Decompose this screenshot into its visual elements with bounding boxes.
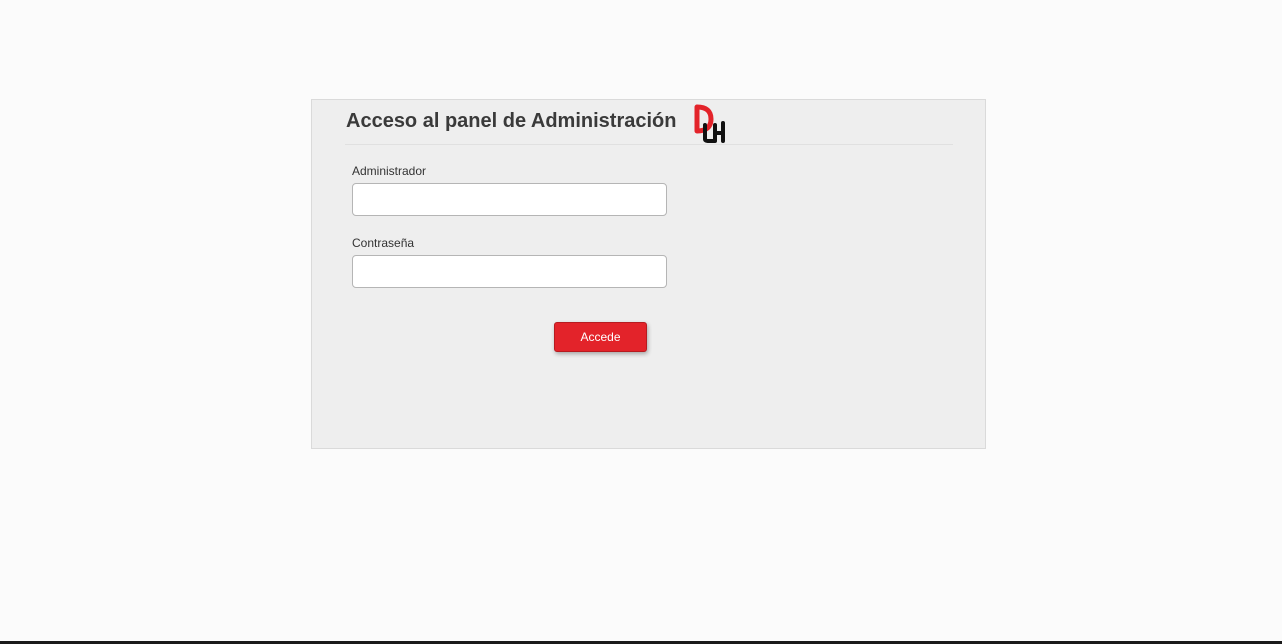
password-field-label: Contraseña bbox=[352, 236, 415, 250]
admin-field-label: Administrador bbox=[352, 164, 427, 178]
page-title: Acceso al panel de Administración bbox=[346, 110, 677, 132]
panel-header: Acceso al panel de Administración bbox=[345, 100, 953, 145]
admin-input[interactable] bbox=[352, 183, 667, 216]
login-panel: Acceso al panel de Administración Admini… bbox=[311, 99, 986, 449]
password-input[interactable] bbox=[352, 255, 667, 288]
login-page: Acceso al panel de Administración Admini… bbox=[0, 0, 1282, 644]
login-submit-button[interactable]: Accede bbox=[554, 322, 647, 352]
dh-logo-icon bbox=[694, 104, 725, 143]
